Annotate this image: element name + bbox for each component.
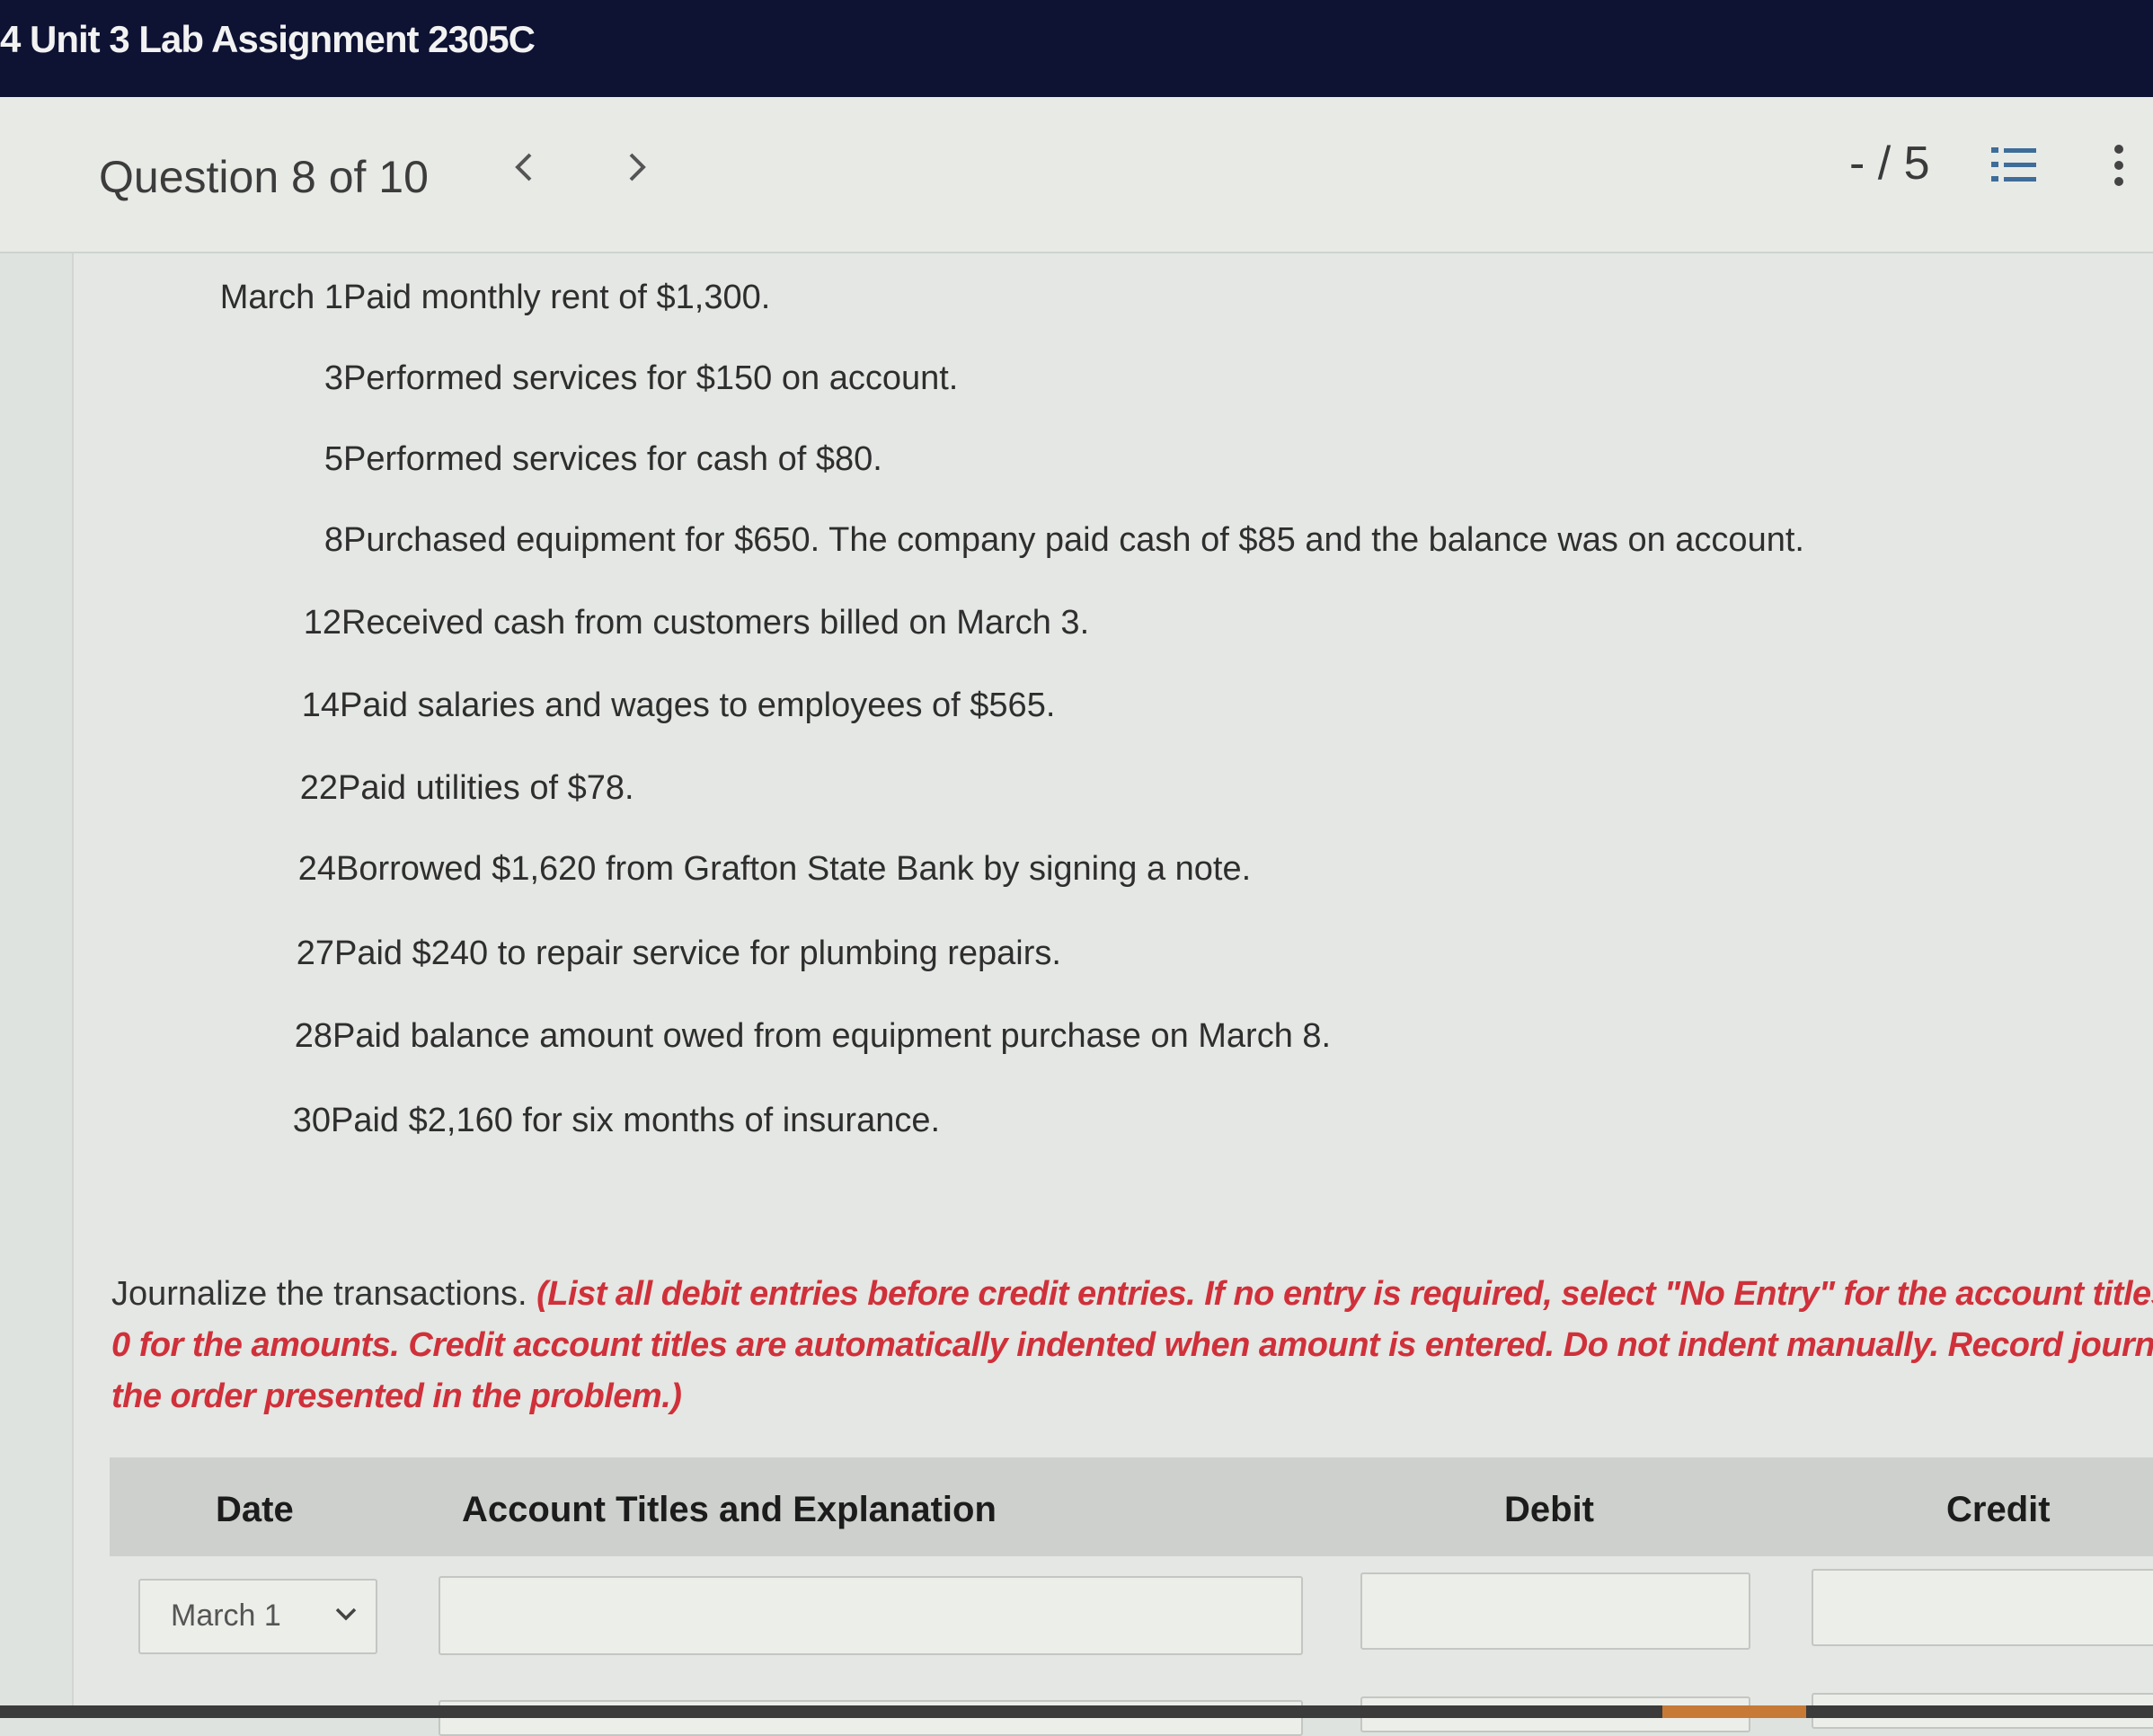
transaction-description: Received cash from customers billed on M…	[341, 604, 1090, 642]
transaction-description: Paid monthly rent of $1,300.	[343, 279, 771, 316]
transaction-date: 28	[294, 1017, 332, 1055]
journal-table-header: Date Account Titles and Explanation Debi…	[110, 1457, 2153, 1556]
transaction-row: March 1 Paid monthly rent of $1,300.	[74, 279, 2140, 332]
transaction-description: Paid utilities of $78.	[338, 769, 634, 807]
transaction-description: Performed services for cash of $80.	[343, 440, 882, 478]
instructions-note-line3: the order presented in the problem.)	[111, 1377, 682, 1415]
transaction-date: March 1	[219, 279, 343, 316]
column-header-date: Date	[216, 1490, 294, 1529]
debit-input[interactable]	[1360, 1572, 1750, 1650]
instructions-note-line2: 0 for the amounts. Credit account titles…	[111, 1326, 2153, 1364]
more-vertical-icon[interactable]	[2110, 142, 2128, 189]
transaction-date: 24	[297, 850, 336, 888]
question-content: March 1 Paid monthly rent of $1,300. 3 Perf…	[70, 253, 2153, 1736]
previous-question-button[interactable]	[512, 149, 536, 191]
date-select[interactable]: March 1	[138, 1579, 377, 1654]
transaction-row: 22 Paid utilities of $78.	[68, 769, 2135, 823]
column-header-debit: Debit	[1504, 1490, 1594, 1529]
transaction-date: 27	[296, 934, 334, 972]
transaction-date: 30	[292, 1102, 331, 1139]
transaction-description: Performed services for $150 on account.	[343, 359, 959, 397]
column-header-account: Account Titles and Explanation	[462, 1490, 997, 1529]
numbered-list-icon[interactable]	[1991, 146, 2038, 185]
question-header: Question 8 of 10 - / 5	[0, 97, 2153, 253]
chevron-right-icon	[629, 153, 646, 182]
transaction-row: 12 Received cash from customers billed on…	[72, 604, 2139, 658]
credit-input[interactable]	[1812, 1569, 2153, 1646]
transaction-description: Paid $240 to repair service for plumbing…	[334, 934, 1061, 972]
transaction-row: 14 Paid salaries and wages to employees o…	[70, 686, 2137, 740]
taskbar-accent	[1662, 1705, 1806, 1718]
date-select-value: March 1	[171, 1599, 281, 1633]
transaction-description: Paid salaries and wages to employees of …	[340, 686, 1056, 724]
screen-bottom-edge	[0, 1705, 2153, 1718]
transaction-description: Purchased equipment for $650. The compan…	[343, 521, 1804, 559]
instructions-note-line1: (List all debit entries before credit en…	[536, 1275, 2153, 1313]
transaction-row: 30 Paid $2,160 for six months of insuranc…	[61, 1102, 2128, 1156]
transaction-description: Borrowed $1,620 from Grafton State Bank …	[336, 850, 1252, 888]
top-bar: 4 Unit 3 Lab Assignment 2305C	[0, 0, 2153, 97]
transaction-date: 12	[303, 604, 341, 642]
transaction-row: 5 Performed services for cash of $80.	[74, 440, 2140, 494]
instructions-lead: Journalize the transactions.	[111, 1275, 537, 1313]
transaction-date: 14	[301, 686, 340, 724]
transaction-description: Paid balance amount owed from equipment …	[332, 1017, 1332, 1055]
assignment-title: 4 Unit 3 Lab Assignment 2305C	[0, 18, 536, 60]
next-question-button[interactable]	[625, 149, 649, 191]
question-counter: Question 8 of 10	[99, 152, 429, 202]
transaction-description: Paid $2,160 for six months of insurance.	[331, 1102, 941, 1139]
chevron-down-icon	[335, 1608, 357, 1621]
account-title-input[interactable]	[439, 1576, 1303, 1655]
transaction-date: 22	[299, 769, 338, 807]
transaction-date: 8	[323, 521, 343, 559]
transaction-row: 27 Paid $240 to repair service for plumbi…	[65, 934, 2131, 988]
score-display: - / 5	[1849, 137, 1930, 190]
instructions: Journalize the transactions. (List all d…	[111, 1269, 2153, 1422]
column-header-credit: Credit	[1946, 1490, 2051, 1529]
transaction-date: 3	[323, 359, 343, 397]
transaction-row: 24 Borrowed $1,620 from Grafton State Ban…	[66, 850, 2133, 904]
chevron-left-icon	[515, 153, 532, 182]
transaction-row: 28 Paid balance amount owed from equipmen…	[63, 1017, 2130, 1071]
transaction-date: 5	[323, 440, 343, 478]
transaction-row: 8 Purchased equipment for $650. The compa…	[74, 521, 2140, 575]
transaction-row: 3 Performed services for $150 on account.	[74, 359, 2140, 413]
